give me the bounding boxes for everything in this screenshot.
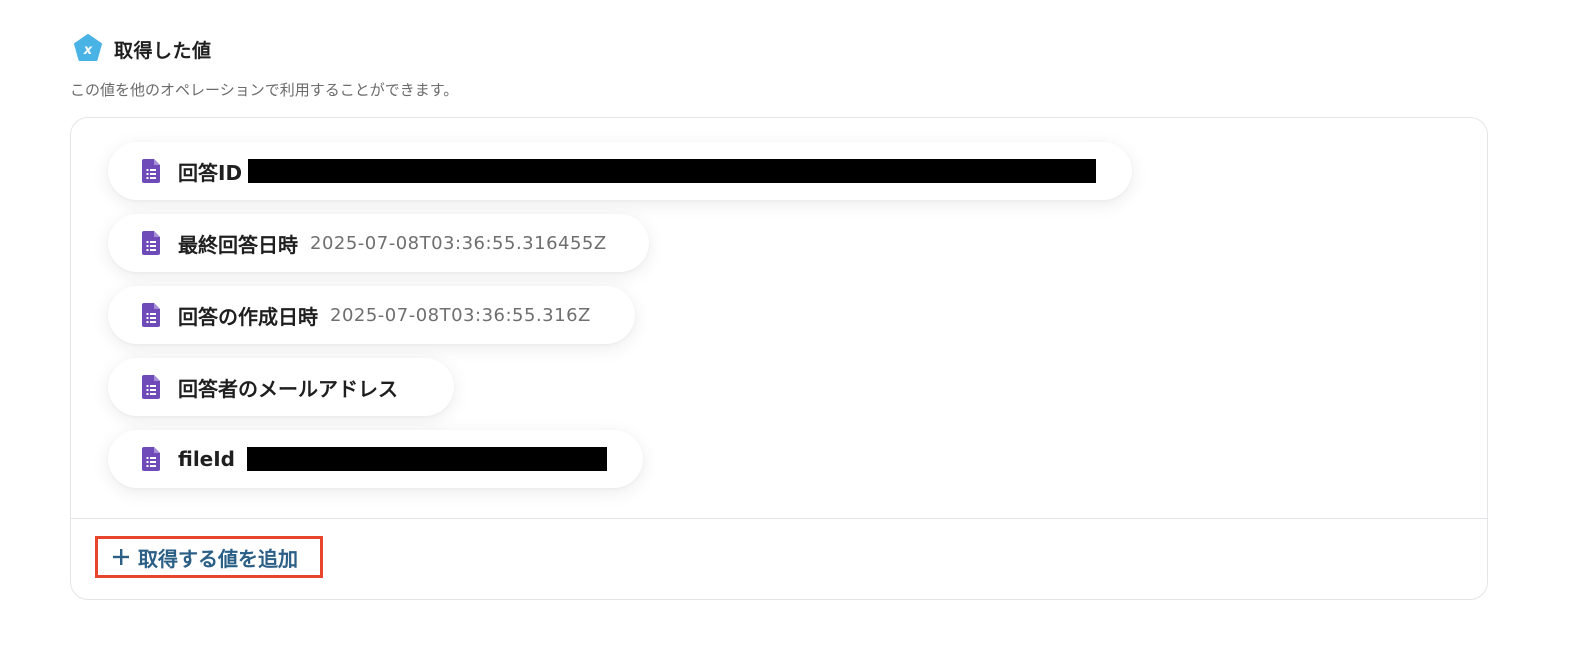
value-pill-respondent-email[interactable]: 回答者のメールアドレス [108,358,454,416]
google-forms-icon [142,447,160,471]
panel-divider [71,518,1487,519]
plus-icon [113,549,129,565]
value-pill-file-id[interactable]: fileId [108,430,643,488]
value-label: 回答者のメールアドレス [178,376,398,401]
redacted-value [247,447,608,471]
google-forms-icon [142,375,160,399]
google-forms-icon [142,159,160,183]
value-list: 回答ID 最終回答日時 2025-07-08T03:36:55.316455Z [108,142,1132,488]
value-pill-response-created-time[interactable]: 回答の作成日時 2025-07-08T03:36:55.316Z [108,286,635,344]
value-sample: 2025-07-08T03:36:55.316455Z [310,232,607,254]
value-label: 回答の作成日時 [178,304,318,329]
value-pill-last-response-time[interactable]: 最終回答日時 2025-07-08T03:36:55.316455Z [108,214,649,272]
section-header: x 取得した値 [72,33,212,65]
svg-text:x: x [83,43,93,58]
value-label: 回答ID [178,160,243,185]
value-label: fileId [178,447,236,471]
section-description: この値を他のオペレーションで利用することができます。 [70,81,459,99]
variable-x-icon: x [74,34,102,61]
retrieved-values-panel: 回答ID 最終回答日時 2025-07-08T03:36:55.316455Z [70,117,1488,600]
google-forms-icon [142,303,160,327]
google-forms-icon [142,231,160,255]
add-value-button[interactable]: 取得する値を追加 [95,536,323,578]
add-value-label: 取得する値を追加 [138,546,298,571]
value-sample: 2025-07-08T03:36:55.316Z [330,304,591,326]
section-title: 取得した値 [114,39,212,62]
value-label: 最終回答日時 [178,232,298,257]
redacted-value [248,159,1097,183]
value-pill-response-id[interactable]: 回答ID [108,142,1132,200]
